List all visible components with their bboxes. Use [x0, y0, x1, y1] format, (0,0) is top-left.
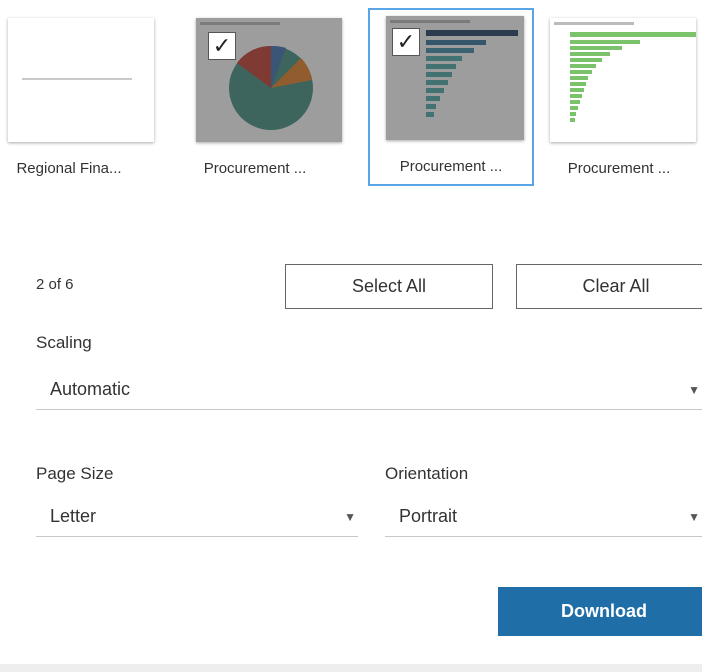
- scaling-label: Scaling: [36, 333, 92, 352]
- sheet-preview-image: [8, 18, 154, 142]
- scaling-select[interactable]: Automatic ▼: [36, 370, 702, 410]
- sheet-label: Procurement ...: [399, 158, 503, 175]
- orientation-value: Portrait: [399, 506, 458, 526]
- caret-down-icon: ▼: [688, 382, 700, 397]
- horizontal-bar-chart-preview: [554, 22, 696, 122]
- orientation-label: Orientation: [385, 464, 469, 483]
- sheet-thumbnail-procurement-horizontal-bar[interactable]: Procurement ...: [526, 8, 696, 186]
- page-size-select[interactable]: Letter ▼: [36, 497, 358, 537]
- sheet-thumbnail-procurement-pie[interactable]: ✓ Procurement ...: [172, 8, 342, 186]
- page-size-label: Page Size: [36, 464, 114, 483]
- sheet-label: Procurement ...: [203, 160, 307, 177]
- checkmark-icon[interactable]: ✓: [392, 28, 420, 56]
- sheet-label: Procurement ...: [567, 160, 671, 177]
- scaling-value: Automatic: [50, 379, 131, 399]
- sheet-thumbnail-regional-finance[interactable]: Regional Fina...: [0, 8, 154, 186]
- clear-all-button[interactable]: Clear All: [516, 264, 702, 309]
- sheet-label: Regional Fina...: [16, 160, 122, 177]
- checkmark-icon[interactable]: ✓: [208, 32, 236, 60]
- sheet-preview-image: [550, 18, 696, 142]
- download-button[interactable]: Download: [498, 587, 702, 636]
- selection-count: 2 of 6: [36, 276, 74, 293]
- select-all-button[interactable]: Select All: [285, 264, 493, 309]
- caret-down-icon: ▼: [688, 509, 700, 524]
- page-size-value: Letter: [50, 506, 97, 526]
- orientation-select[interactable]: Portrait ▼: [385, 497, 702, 537]
- caret-down-icon: ▼: [344, 509, 356, 524]
- bottom-divider: [0, 664, 702, 672]
- sheet-thumbnail-procurement-bar[interactable]: ✓ Procurement ...: [368, 8, 534, 186]
